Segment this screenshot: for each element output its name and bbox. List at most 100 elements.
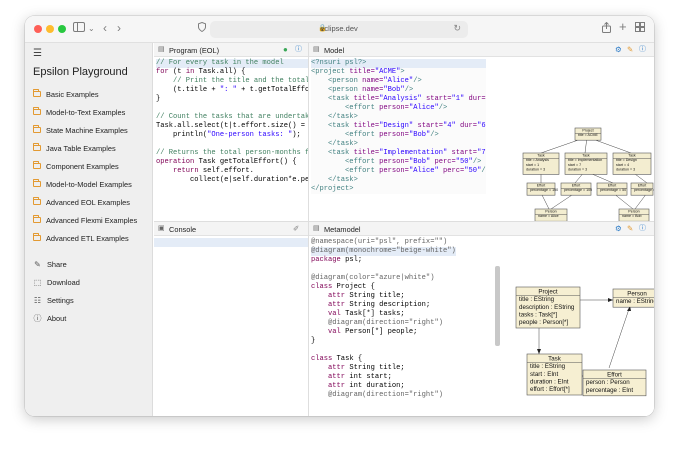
help-icon[interactable]: ⓘ — [295, 45, 302, 54]
console-output[interactable] — [154, 236, 308, 416]
metamodel-scrollbar[interactable] — [495, 266, 500, 346]
diagram-icon[interactable]: ⚙ — [615, 224, 622, 233]
code-line[interactable]: @diagram(direction="right") — [311, 319, 456, 328]
code-line[interactable]: println("One-person tasks: "); — [156, 131, 308, 140]
tab-overview-icon[interactable] — [635, 22, 645, 36]
code-line[interactable]: <task title="Design" start="4" dur="6 — [311, 122, 486, 131]
code-line[interactable]: <effort person="Bob"/> — [311, 131, 486, 140]
program-code[interactable]: // For every task in the model for (t in … — [156, 59, 308, 185]
code-line[interactable]: attr int duration; — [311, 382, 456, 391]
project-object-title: Project — [582, 129, 593, 133]
sidebar-item-component[interactable]: Component Examples — [33, 159, 119, 173]
code-line[interactable]: </task> — [311, 176, 486, 185]
code-line[interactable]: attr int start; — [311, 373, 456, 382]
code-line[interactable]: attr String description; — [311, 301, 456, 310]
share-icon[interactable] — [602, 21, 611, 37]
sidebar-item-java-table[interactable]: Java Table Examples — [33, 141, 116, 155]
code-line[interactable]: for (t in Task.all) { — [156, 68, 308, 77]
code-line[interactable]: <person name="Alice"/> — [311, 77, 486, 86]
sidebar-toggle-icon[interactable] — [73, 22, 85, 36]
magic-icon[interactable]: ✎ — [627, 224, 633, 233]
zoom-window-button[interactable] — [58, 25, 66, 33]
code-line[interactable]: <effort person="Alice" perc="50"/ — [311, 167, 486, 176]
sidebar-item-advanced-flexmi[interactable]: Advanced Flexmi Examples — [33, 213, 137, 227]
code-line[interactable]: // Returns the total person-months fo — [156, 149, 308, 158]
person-class-attr: name : EString — [616, 298, 654, 305]
code-line[interactable]: package psl; — [311, 256, 456, 265]
code-line[interactable]: @diagram(color="azure|white") — [311, 274, 456, 283]
code-line[interactable] — [311, 265, 456, 274]
sidebar-item-label: Advanced EOL Examples — [46, 197, 130, 207]
code-line[interactable]: <project title="ACME"> — [311, 68, 486, 77]
download-action[interactable]: ⬚ Download — [33, 275, 80, 289]
code-line[interactable]: </project> — [311, 185, 486, 194]
code-line[interactable]: @diagram(monochrome="beige-white") — [311, 247, 456, 256]
code-line[interactable]: <task title="Implementation" start="7 — [311, 149, 486, 158]
code-line[interactable]: <?nsuri psl?> — [311, 59, 486, 68]
code-line[interactable]: val Task[*] tasks; — [311, 310, 456, 319]
reload-icon[interactable]: ↻ — [453, 23, 461, 34]
back-icon[interactable]: ‹ — [103, 21, 107, 35]
project-class-attr: description : EString — [519, 304, 575, 311]
code-line[interactable]: Task.all.select(t|t.effort.size() = 1 — [156, 122, 308, 131]
sidebar-item-model-to-model[interactable]: Model-to-Model Examples — [33, 177, 132, 191]
code-line[interactable] — [156, 140, 308, 149]
forward-icon[interactable]: › — [117, 21, 121, 35]
code-line[interactable]: } — [311, 337, 456, 346]
code-line[interactable]: @namespace(uri="psl", prefix="") — [311, 238, 456, 247]
code-line[interactable]: </task> — [311, 113, 486, 122]
clear-console-icon[interactable]: ✐ — [293, 224, 299, 233]
run-button[interactable]: ● — [283, 45, 288, 54]
task-object-title: Task — [582, 154, 590, 158]
share-action[interactable]: ✎ Share — [33, 257, 67, 271]
sidebar-item-basic-examples[interactable]: Basic Examples — [33, 87, 99, 101]
model-diagram: Project title = ACME Task title = Analysis s… — [505, 57, 654, 221]
code-line[interactable]: class Task { — [311, 355, 456, 364]
help-icon[interactable]: ⓘ — [639, 224, 646, 233]
address-bar[interactable]: 🔒 eclipse.dev ↻ — [210, 21, 468, 38]
code-line[interactable]: (t.title + ": " + t.getTotalEffor — [156, 86, 308, 95]
code-line[interactable]: attr String title; — [311, 364, 456, 373]
about-action[interactable]: ⓘ About — [33, 311, 67, 325]
code-line[interactable]: // For every task in the model — [156, 59, 308, 68]
code-line[interactable]: class Project { — [311, 283, 456, 292]
help-icon[interactable]: ⓘ — [639, 45, 646, 54]
sidebar-item-model-to-text[interactable]: Model-to-Text Examples — [33, 105, 125, 119]
sidebar-item-advanced-etl[interactable]: Advanced ETL Examples — [33, 231, 129, 245]
code-line[interactable]: // Print the title and the total — [156, 77, 308, 86]
code-line[interactable]: } — [156, 95, 308, 104]
model-panel: ▤ Model ⚙ ✎ ⓘ <?nsuri psl?> <project titl… — [309, 43, 654, 221]
code-line[interactable]: return self.effort. — [156, 167, 308, 176]
arrow-head — [608, 298, 613, 302]
code-line[interactable]: <task title="Analysis" start="1" dur= — [311, 95, 486, 104]
code-line[interactable]: <effort person="Alice"/> — [311, 104, 486, 113]
code-line[interactable]: @diagram(direction="right") — [311, 391, 456, 400]
code-line[interactable] — [156, 104, 308, 113]
model-code[interactable]: <?nsuri psl?> <project title="ACME"> <per… — [311, 59, 486, 194]
magic-icon[interactable]: ✎ — [627, 45, 633, 54]
code-line[interactable]: val Person[*] people; — [311, 328, 456, 337]
code-line[interactable] — [311, 346, 456, 355]
code-line[interactable]: collect(e|self.duration*e.per — [156, 176, 308, 185]
task-object-attr: duration = 3 — [568, 167, 587, 171]
code-line[interactable]: </task> — [311, 140, 486, 149]
diagram-icon[interactable]: ⚙ — [615, 45, 622, 54]
sidebar: ☰ Epsilon Playground Basic Examples Mode… — [25, 43, 153, 416]
code-line[interactable]: attr String title; — [311, 292, 456, 301]
chevron-down-icon[interactable]: ⌄ — [88, 22, 95, 36]
program-editor[interactable]: // For every task in the model for (t in … — [154, 57, 308, 221]
close-window-button[interactable] — [34, 25, 42, 33]
settings-action[interactable]: ☷ Settings — [33, 293, 74, 307]
metamodel-code[interactable]: @namespace(uri="psl", prefix="") @diagram… — [311, 238, 456, 400]
code-line[interactable]: // Count the tasks that are undertake — [156, 113, 308, 122]
sidebar-item-state-machine[interactable]: State Machine Examples — [33, 123, 128, 137]
new-tab-icon[interactable]: + — [619, 20, 627, 34]
metamodel-panel: ▤ Metamodel ⚙ ✎ ⓘ @namespace(uri="psl", … — [309, 222, 654, 416]
code-line[interactable]: <person name="Bob"/> — [311, 86, 486, 95]
sidebar-item-advanced-eol[interactable]: Advanced EOL Examples — [33, 195, 130, 209]
code-line[interactable]: <effort person="Bob" perc="50"/> — [311, 158, 486, 167]
hamburger-menu-icon[interactable]: ☰ — [33, 48, 42, 59]
minimize-window-button[interactable] — [46, 25, 54, 33]
task-object-attr: title = Implementation — [568, 158, 602, 162]
code-line[interactable]: operation Task getTotalEffort() { — [156, 158, 308, 167]
